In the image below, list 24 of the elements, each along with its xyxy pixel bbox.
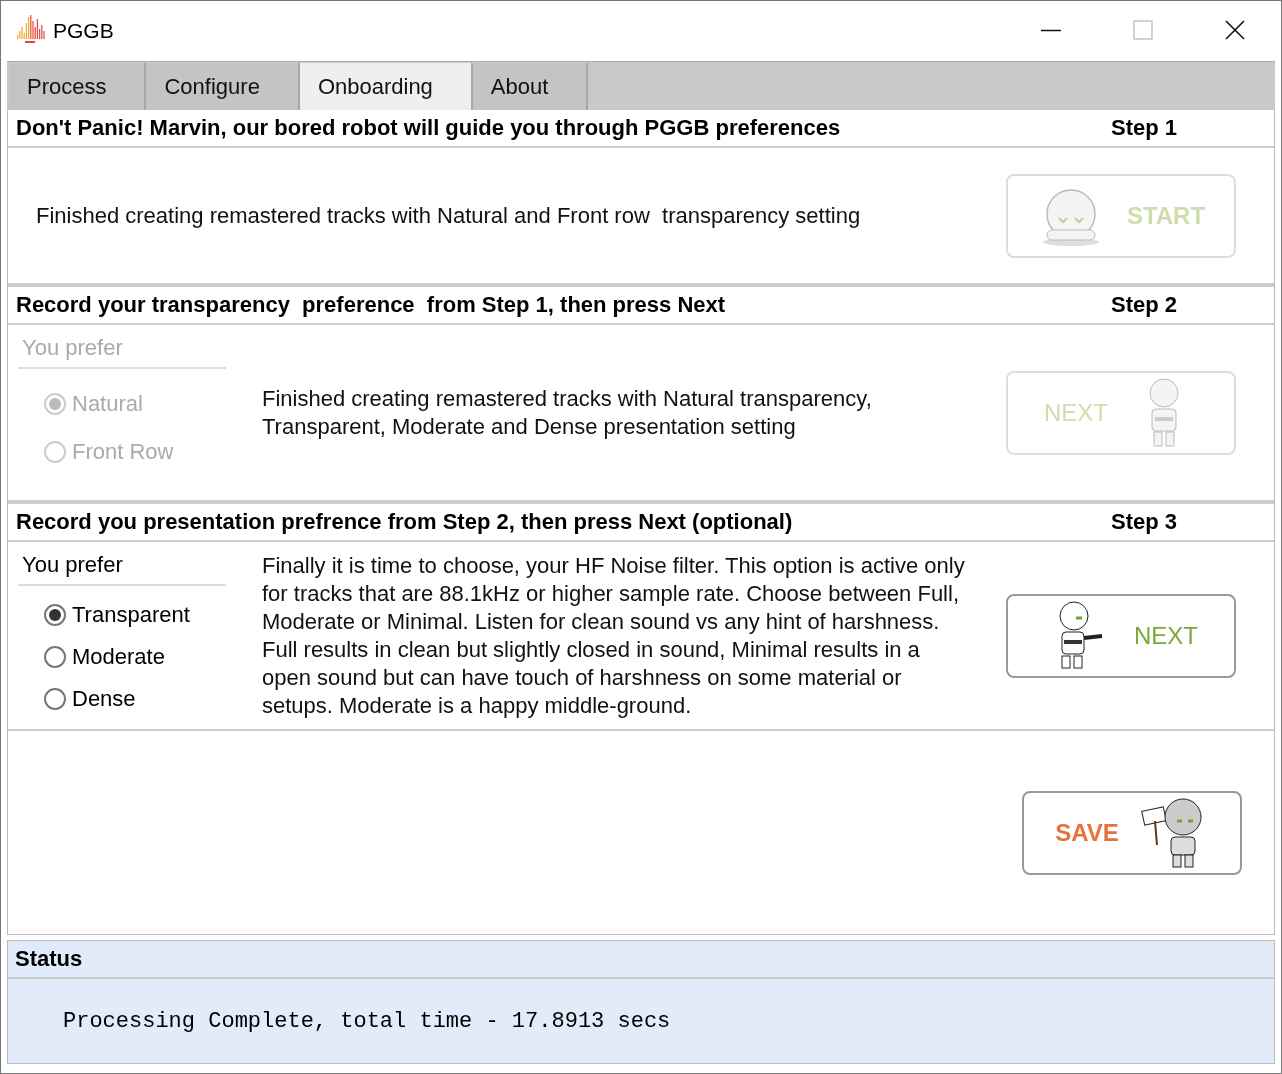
radio-label[interactable]: Transparent [72, 602, 190, 628]
status-title: Status [8, 941, 1274, 979]
status-message: Processing Complete, total time - 17.8913 secs [62, 1007, 672, 1036]
section-title: Record your transparency preference from Step 1, then press Next [16, 292, 727, 318]
group-label: You prefer [18, 329, 226, 369]
step-label: Step 3 [1110, 509, 1178, 535]
section-title: Don't Panic! Marvin, our bored robot will guide you through PGGB preferences [16, 115, 842, 141]
radio-button[interactable] [44, 646, 66, 668]
tab[interactable]: Process [9, 63, 147, 110]
description-text: Finally it is time to choose, your HF Noise filter. This option is active only for tracks that are 88.1kHz or higher sample rate. Choose between Full, Moderate or Minimal. Listen for clean sound vs any hint of harshness. Full results in clean but slightly closed in sound, Minimal results in a open sound but can have touch of harshness on some material or setups. Moderate is a happy middle-ground. [262, 551, 966, 720]
tab[interactable]: Onboarding [299, 63, 473, 110]
radio-button[interactable] [44, 688, 66, 710]
section-title: Record you presentation prefrence from Step 2, then press Next (optional) [16, 509, 794, 535]
tab[interactable]: Configure [146, 63, 300, 110]
radio-button[interactable] [44, 604, 66, 626]
step-label: Step 1 [1110, 115, 1178, 141]
group-label: You prefer [18, 546, 226, 586]
window-title: PGGB [53, 19, 114, 43]
radio-label[interactable]: Moderate [72, 644, 165, 670]
tab[interactable]: About [472, 63, 589, 110]
radio-label[interactable]: Dense [72, 686, 136, 712]
description-text: Finished creating remastered tracks with Natural transparency, Transparent, Moderate and Dense presentation setting [262, 384, 873, 441]
step-label: Step 2 [1110, 292, 1178, 318]
description-text: Finished creating remastered tracks with Natural and Front row transparency setting [35, 201, 862, 230]
